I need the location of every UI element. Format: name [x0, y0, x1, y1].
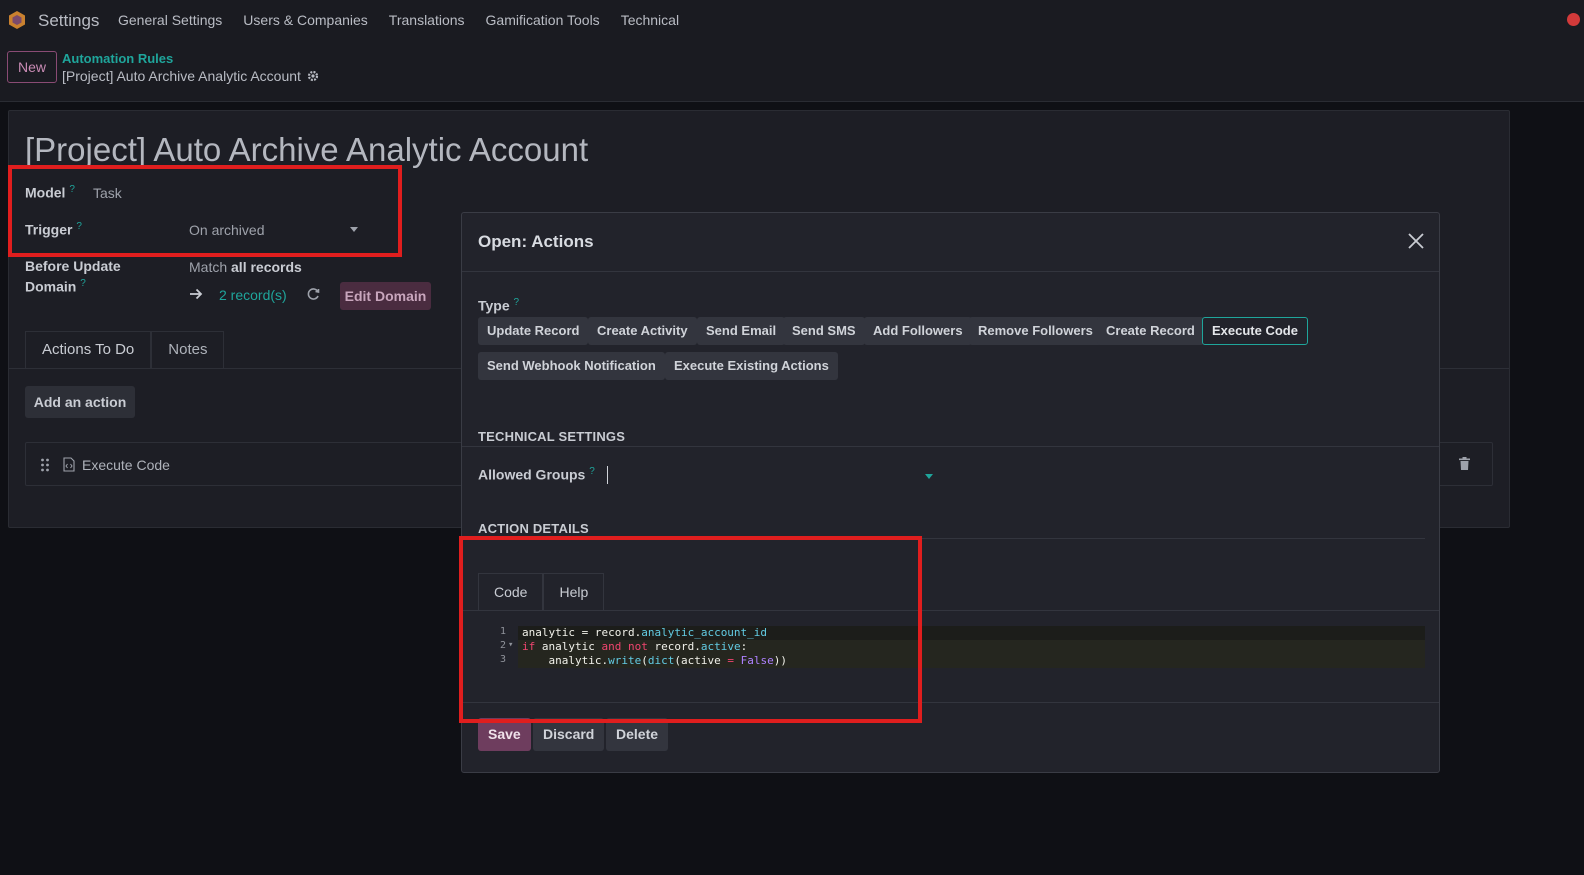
type-label-text: Type [478, 297, 510, 314]
help-tooltip-icon[interactable]: ? [589, 466, 595, 477]
match-bold: all records [231, 259, 302, 275]
match-text: Match all records [189, 259, 302, 275]
section-divider [462, 446, 1439, 447]
tab-actions-to-do[interactable]: Actions To Do [25, 331, 152, 369]
type-create-record-button[interactable]: Create Record [1097, 317, 1204, 345]
text-cursor [607, 466, 608, 484]
technical-settings-heading: TECHNICAL SETTINGS [478, 429, 626, 444]
menu-translations[interactable]: Translations [389, 12, 465, 28]
record-title[interactable]: [Project] Auto Archive Analytic Account [25, 131, 588, 169]
code-file-icon [63, 457, 75, 472]
main-menu: General Settings Users & Companies Trans… [118, 12, 700, 28]
allowed-groups-input[interactable] [607, 465, 937, 487]
before-update-label: Before Update [25, 258, 121, 274]
help-tooltip-icon[interactable]: ? [80, 278, 86, 289]
type-update-record-button[interactable]: Update Record [478, 317, 589, 345]
dialog-title: Open: Actions [478, 232, 594, 251]
type-create-activity-button[interactable]: Create Activity [588, 317, 697, 345]
type-send-email-button[interactable]: Send Email [697, 317, 786, 345]
type-label: Type ? [478, 297, 519, 314]
type-execute-existing-actions-button[interactable]: Execute Existing Actions [665, 352, 838, 380]
action-details-heading: ACTION DETAILS [478, 521, 589, 536]
chevron-down-icon[interactable] [925, 474, 933, 479]
top-navbar: Settings General Settings Users & Compan… [0, 0, 1584, 40]
refresh-icon[interactable] [307, 287, 320, 301]
allowed-groups-label: Allowed Groups ? [478, 466, 595, 483]
records-count-link[interactable]: 2 record(s) [219, 287, 287, 303]
drag-handle-icon[interactable] [40, 458, 50, 472]
type-execute-code-button[interactable]: Execute Code [1202, 317, 1308, 345]
arrow-right-icon [190, 288, 203, 300]
new-button[interactable]: New [7, 51, 57, 83]
type-remove-followers-button[interactable]: Remove Followers [969, 317, 1102, 345]
annotation-highlight-box [459, 536, 922, 723]
gear-icon[interactable] [307, 70, 319, 82]
type-send-webhook-button[interactable]: Send Webhook Notification [478, 352, 665, 380]
menu-gamification-tools[interactable]: Gamification Tools [486, 12, 600, 28]
edit-domain-button[interactable]: Edit Domain [340, 282, 431, 310]
domain-label: Domain ? [25, 278, 86, 295]
menu-users-companies[interactable]: Users & Companies [243, 12, 368, 28]
match-prefix: Match [189, 259, 228, 275]
allowed-groups-label-text: Allowed Groups [478, 466, 586, 483]
status-dot-icon[interactable] [1567, 13, 1580, 26]
menu-technical[interactable]: Technical [621, 12, 679, 28]
help-tooltip-icon[interactable]: ? [514, 297, 520, 308]
dialog-header: Open: Actions [462, 213, 1439, 272]
breadcrumb-current: [Project] Auto Archive Analytic Account [62, 68, 319, 84]
breadcrumb-parent[interactable]: Automation Rules [62, 51, 173, 66]
type-send-sms-button[interactable]: Send SMS [783, 317, 865, 345]
trash-icon[interactable] [1459, 457, 1470, 470]
menu-general-settings[interactable]: General Settings [118, 12, 222, 28]
domain-label-text: Domain [25, 278, 77, 295]
action-item-label: Execute Code [82, 457, 170, 473]
app-name[interactable]: Settings [38, 11, 99, 31]
breadcrumb-current-label: [Project] Auto Archive Analytic Account [62, 68, 301, 84]
annotation-highlight-box [8, 165, 402, 257]
close-icon[interactable] [1407, 232, 1425, 250]
tab-notes[interactable]: Notes [151, 331, 225, 369]
type-add-followers-button[interactable]: Add Followers [864, 317, 972, 345]
app-logo-icon[interactable] [7, 10, 27, 30]
add-action-button[interactable]: Add an action [25, 386, 135, 418]
control-panel: New Automation Rules [Project] Auto Arch… [0, 40, 1584, 102]
notebook-tabs: Actions To Do Notes [25, 331, 225, 369]
